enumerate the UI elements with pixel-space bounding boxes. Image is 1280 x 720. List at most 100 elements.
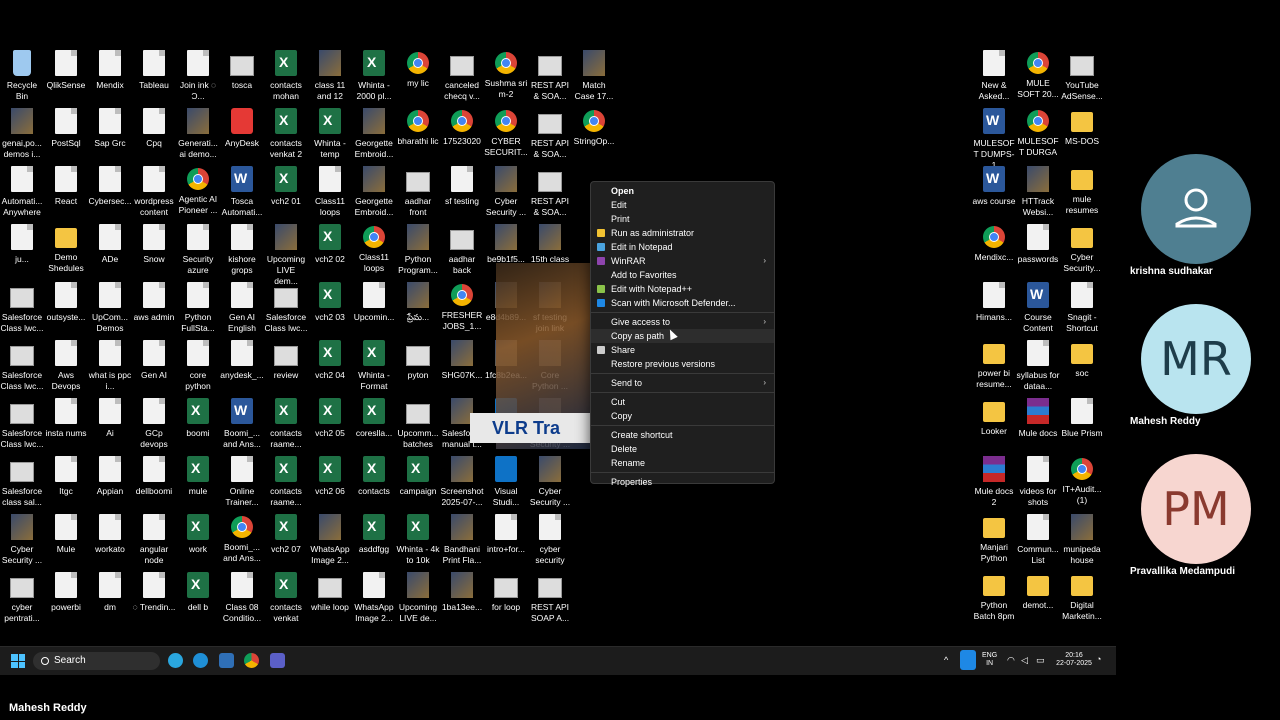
- chrome-icon[interactable]: [244, 653, 259, 668]
- desktop-icon[interactable]: angular node: [132, 514, 176, 572]
- desktop-icon[interactable]: insta nums: [44, 398, 88, 456]
- desktop-icon[interactable]: my lic: [396, 50, 440, 108]
- desktop-icon[interactable]: vch2 04: [308, 340, 352, 398]
- desktop-icon[interactable]: genai,po... demos i...: [0, 108, 44, 166]
- desktop-icon[interactable]: Salesforce Class lwc...: [0, 282, 44, 340]
- desktop-icon[interactable]: React: [44, 166, 88, 224]
- desktop-icon[interactable]: vch2 06: [308, 456, 352, 514]
- desktop-icon[interactable]: Python Batch 8pm: [972, 572, 1016, 630]
- desktop-icon[interactable]: REST API & SOA...: [528, 108, 572, 166]
- desktop-icon[interactable]: Boomi_... and Ans...: [220, 398, 264, 456]
- desktop-icon[interactable]: sf testing: [440, 166, 484, 224]
- desktop-icon[interactable]: vch2 03: [308, 282, 352, 340]
- desktop-icon[interactable]: campaign: [396, 456, 440, 514]
- desktop-icon[interactable]: vch2 07: [264, 514, 308, 572]
- desktop-icon[interactable]: Generati... ai demo...: [176, 108, 220, 166]
- desktop-icon[interactable]: Cyber Security ...: [484, 166, 528, 224]
- desktop-icon[interactable]: Aws Devops: [44, 340, 88, 398]
- desktop-icon[interactable]: Whinta - 2000 pl...: [352, 50, 396, 108]
- desktop-icon[interactable]: anydesk_...: [220, 340, 264, 398]
- desktop-icon[interactable]: Class 08 Conditio...: [220, 572, 264, 630]
- desktop-icon[interactable]: Python FullSta...: [176, 282, 220, 340]
- desktop-icon[interactable]: Cpq: [132, 108, 176, 166]
- desktop-icon[interactable]: vch2 02: [308, 224, 352, 282]
- desktop-icon[interactable]: Ai: [88, 398, 132, 456]
- menu-item-edit[interactable]: Edit: [591, 198, 774, 212]
- desktop-icon[interactable]: ◌ Trendin...: [132, 572, 176, 630]
- desktop-icon[interactable]: Upcomin...: [352, 282, 396, 340]
- desktop-icon[interactable]: core python: [176, 340, 220, 398]
- desktop-icon[interactable]: QlikSense: [44, 50, 88, 108]
- desktop-icon[interactable]: for loop: [484, 572, 528, 630]
- menu-item-properties[interactable]: Properties: [591, 475, 774, 489]
- menu-item-print[interactable]: Print: [591, 212, 774, 226]
- desktop-icon[interactable]: soc: [1060, 340, 1104, 398]
- desktop-icon[interactable]: Sap Grc: [88, 108, 132, 166]
- desktop-icon[interactable]: vch2 01: [264, 166, 308, 224]
- desktop-icon[interactable]: Demo Shedules: [44, 224, 88, 282]
- desktop-icon[interactable]: passwords: [1016, 224, 1060, 282]
- desktop-icon[interactable]: Commun... List: [1016, 514, 1060, 572]
- battery-icon[interactable]: ▭: [1036, 656, 1045, 665]
- volume-icon[interactable]: ◁: [1021, 656, 1028, 665]
- desktop-icon[interactable]: Whinta - 4k to 10k: [396, 514, 440, 572]
- desktop-icon[interactable]: Mule: [44, 514, 88, 572]
- menu-item-edit-with-notepad[interactable]: Edit with Notepad++: [591, 282, 774, 296]
- desktop-icon[interactable]: coreslla...: [352, 398, 396, 456]
- desktop-icon[interactable]: CYBER SECURIT...: [484, 108, 528, 166]
- desktop-icon[interactable]: MULE SOFT 20...: [1016, 50, 1060, 108]
- desktop-icon[interactable]: Itgc: [44, 456, 88, 514]
- desktop-icon[interactable]: kishore grops: [220, 224, 264, 282]
- desktop-icon[interactable]: cyber security: [528, 514, 572, 572]
- desktop-icon[interactable]: aws course: [972, 166, 1016, 224]
- desktop-icon[interactable]: bharathi lic: [396, 108, 440, 166]
- desktop-icon[interactable]: ADe: [88, 224, 132, 282]
- desktop-icon[interactable]: MS-DOS: [1060, 108, 1104, 166]
- desktop-icon[interactable]: IT+Audit... (1): [1060, 456, 1104, 514]
- desktop-icon[interactable]: videos for shots: [1016, 456, 1060, 514]
- desktop-icon[interactable]: Cyber Security ...: [0, 514, 44, 572]
- desktop-icon[interactable]: syllabus for dataa...: [1016, 340, 1060, 398]
- file-explorer-icon[interactable]: [219, 653, 234, 668]
- desktop-icon[interactable]: 1ba13ee...: [440, 572, 484, 630]
- desktop-icon[interactable]: Upcoming LIVE dem...: [264, 224, 308, 286]
- wifi-icon[interactable]: ◠: [1007, 656, 1015, 665]
- desktop-icon[interactable]: Manjari Python: [972, 514, 1016, 572]
- desktop-icon[interactable]: review: [264, 340, 308, 398]
- desktop-icon[interactable]: Salesforce Class lwc...: [0, 340, 44, 398]
- desktop-icon[interactable]: Mendixc...: [972, 224, 1016, 282]
- menu-item-create-shortcut[interactable]: Create shortcut: [591, 428, 774, 442]
- desktop-icon[interactable]: Mule docs: [1016, 398, 1060, 456]
- desktop-icon[interactable]: MULESOFT DURGA: [1016, 108, 1060, 166]
- desktop-icon[interactable]: FRESHER JOBS_1...: [440, 282, 484, 340]
- desktop-icon[interactable]: ప్రేమ...: [396, 282, 440, 340]
- desktop-icon[interactable]: dm: [88, 572, 132, 630]
- menu-item-copy[interactable]: Copy: [591, 409, 774, 423]
- desktop-icon[interactable]: tosca: [220, 50, 264, 108]
- desktop-icon[interactable]: Upcomm... batches: [396, 398, 440, 456]
- menu-item-delete[interactable]: Delete: [591, 442, 774, 456]
- desktop-icon[interactable]: Salesforce Class lwc...: [264, 282, 308, 340]
- desktop-icon[interactable]: what is ppc i...: [88, 340, 132, 398]
- desktop-icon[interactable]: Security azure: [176, 224, 220, 282]
- desktop-icon[interactable]: asddfgg: [352, 514, 396, 572]
- desktop-icon[interactable]: Gen AI: [132, 340, 176, 398]
- desktop-icon[interactable]: GCp devops: [132, 398, 176, 456]
- chevron-up-icon[interactable]: ^: [944, 656, 948, 665]
- browser-icon[interactable]: [193, 653, 208, 668]
- desktop-icon[interactable]: ju...: [0, 224, 44, 282]
- desktop-icon[interactable]: class 11 and 12: [308, 50, 352, 108]
- menu-item-add-to-favorites[interactable]: Add to Favorites: [591, 268, 774, 282]
- menu-item-scan-with-microsoft-defender[interactable]: Scan with Microsoft Defender...: [591, 296, 774, 310]
- desktop-icon[interactable]: Mendix: [88, 50, 132, 108]
- desktop-icon[interactable]: YouTube AdSense...: [1060, 50, 1104, 108]
- menu-item-copy-as-path[interactable]: Copy as path: [591, 329, 774, 343]
- desktop-icon[interactable]: Match Case 17...: [572, 50, 616, 108]
- desktop-icon[interactable]: wordpress content: [132, 166, 176, 224]
- desktop-icon[interactable]: pyton: [396, 340, 440, 398]
- desktop-icon[interactable]: aws admin: [132, 282, 176, 340]
- desktop-icon[interactable]: vch2 05: [308, 398, 352, 456]
- menu-item-restore-previous-versions[interactable]: Restore previous versions: [591, 357, 774, 371]
- desktop-icon[interactable]: contacts raame...: [264, 456, 308, 514]
- desktop-icon[interactable]: aadhar back: [440, 224, 484, 282]
